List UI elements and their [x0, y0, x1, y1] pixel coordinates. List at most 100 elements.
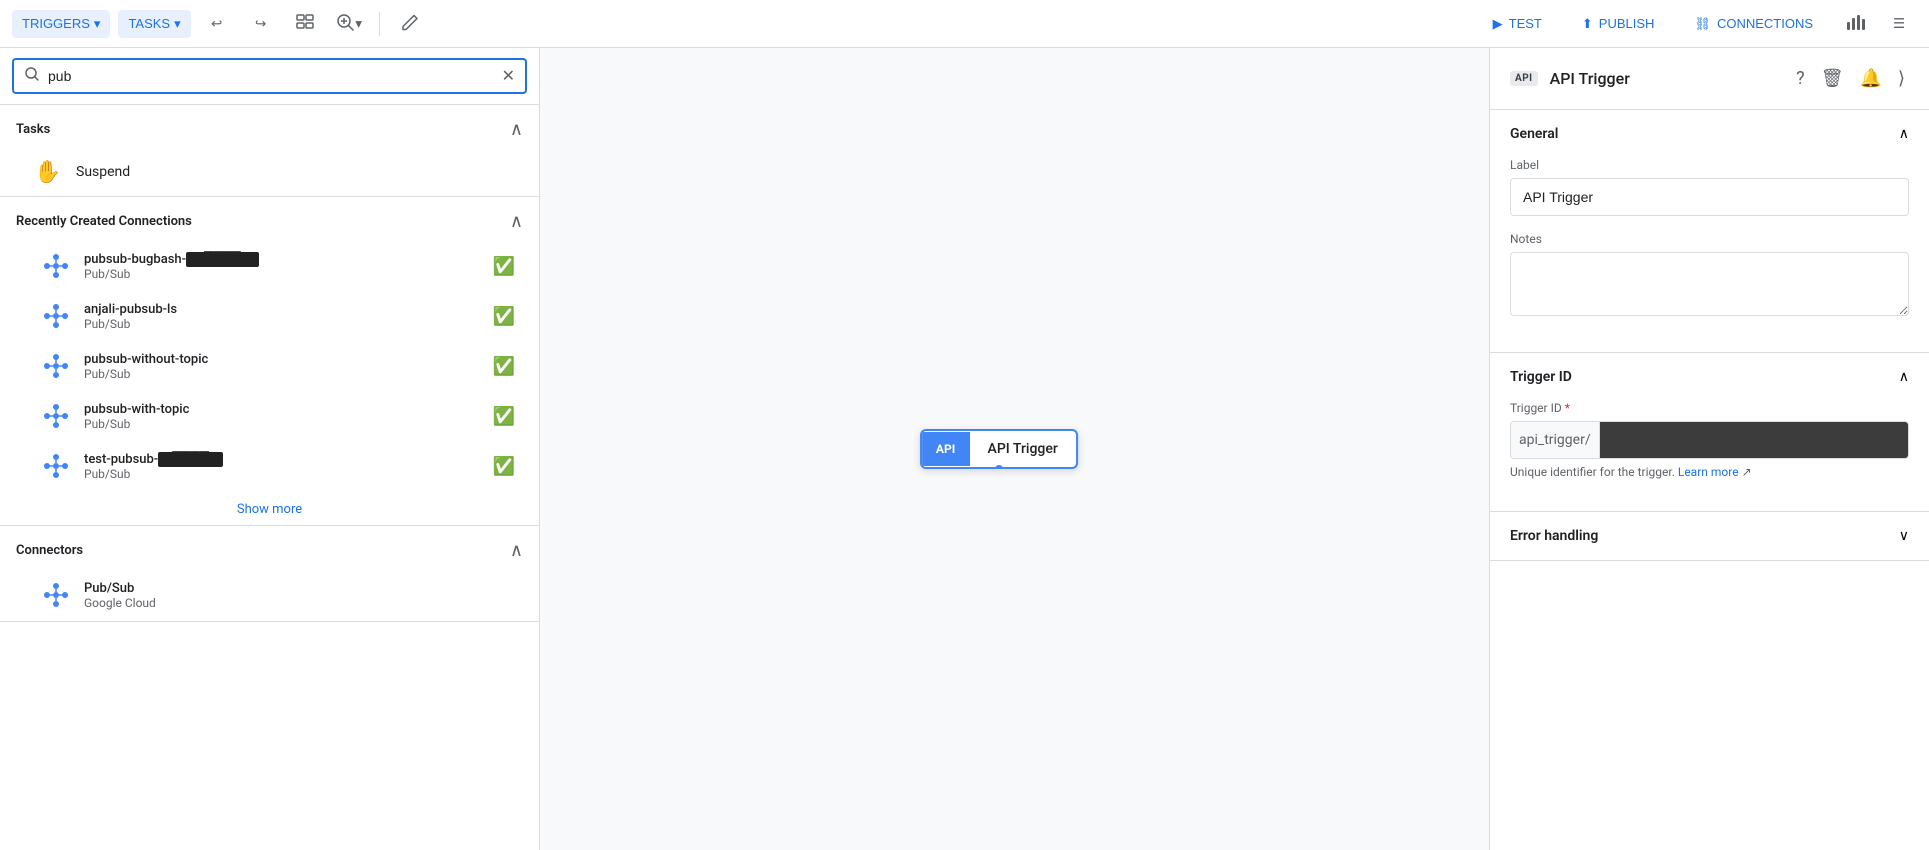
error-handling-chevron-icon: ∨ — [1899, 528, 1909, 544]
label-field-input[interactable] — [1510, 178, 1909, 216]
menu-button[interactable]: ☰ — [1881, 6, 1917, 42]
connection-item[interactable]: test-pubsub-████ Pub/Sub ✅ — [8, 442, 531, 490]
search-box: pub ✕ — [12, 58, 527, 94]
connections-button[interactable]: ⛓ CONNECTIONS — [1678, 10, 1829, 38]
error-handling-section-header[interactable]: Error handling ∨ — [1490, 512, 1929, 560]
show-more-link[interactable]: Show more — [0, 494, 539, 525]
connection-item[interactable]: pubsub-bugbash-████ Pub/Sub ✅ — [8, 242, 531, 290]
triggers-button[interactable]: TRIGGERS ▾ — [12, 10, 110, 38]
layout-icon — [295, 12, 315, 35]
error-handling-section: Error handling ∨ — [1490, 512, 1929, 561]
notes-field-label: Notes — [1510, 232, 1909, 246]
connection-name: pubsub-bugbash-████ — [84, 251, 481, 267]
tasks-list: ✋ Suspend — [0, 148, 539, 196]
suspend-label: Suspend — [76, 164, 130, 180]
general-section-title: General — [1510, 126, 1558, 142]
connection-type: Pub/Sub — [84, 467, 481, 481]
edit-button[interactable] — [392, 6, 428, 42]
connection-info: anjali-pubsub-ls Pub/Sub — [84, 302, 481, 331]
edit-icon — [400, 12, 420, 35]
right-panel-header: API API Trigger ? 🗑 🔔 ⟩ — [1490, 48, 1929, 110]
main-area: pub ✕ Tasks ∧ ✋ Suspend — [0, 48, 1929, 850]
connection-name: test-pubsub-████ — [84, 451, 481, 467]
trigger-id-chevron-icon: ∧ — [1899, 369, 1909, 385]
tasks-section-header[interactable]: Tasks ∧ — [0, 105, 539, 148]
trigger-id-section: Trigger ID ∧ Trigger ID api_trigger/ Uni… — [1490, 353, 1929, 512]
layout-button[interactable] — [287, 6, 323, 42]
connections-section-header[interactable]: Recently Created Connections ∧ — [0, 197, 539, 240]
trigger-id-value — [1600, 422, 1908, 458]
bookmark-icon[interactable]: 🔔 — [1856, 64, 1886, 93]
trigger-id-form-group: Trigger ID api_trigger/ Unique identifie… — [1510, 401, 1909, 479]
undo-button[interactable]: ↩ — [199, 6, 235, 42]
zoom-icon — [335, 12, 355, 35]
connection-info: test-pubsub-████ Pub/Sub — [84, 451, 481, 481]
connection-name: pubsub-without-topic — [84, 352, 481, 367]
pubsub-connector-icon — [40, 579, 72, 611]
test-button[interactable]: ▶ TEST — [1477, 10, 1558, 38]
tasks-button[interactable]: TASKS ▾ — [118, 10, 190, 38]
expand-icon[interactable]: ⟩ — [1894, 64, 1909, 93]
connection-type: Pub/Sub — [84, 417, 481, 431]
left-panel: pub ✕ Tasks ∧ ✋ Suspend — [0, 48, 540, 850]
pubsub-connection-icon — [40, 350, 72, 382]
api-badge: API — [1510, 71, 1538, 86]
publish-label: PUBLISH — [1599, 16, 1655, 31]
analytics-button[interactable] — [1837, 6, 1873, 42]
connectors-section-header[interactable]: Connectors ∧ — [0, 526, 539, 569]
connector-item-pubsub[interactable]: Pub/Sub Google Cloud — [8, 571, 531, 619]
connection-name: pubsub-with-topic — [84, 402, 481, 417]
publish-icon: ⬆ — [1582, 16, 1593, 32]
zoom-chevron-icon: ▾ — [355, 16, 362, 32]
search-clear-button[interactable]: ✕ — [502, 68, 515, 84]
menu-icon: ☰ — [1893, 16, 1905, 32]
delete-icon[interactable]: 🗑 — [1817, 64, 1848, 93]
pubsub-connection-icon — [40, 250, 72, 282]
right-panel-title: API Trigger — [1550, 69, 1781, 88]
zoom-button[interactable]: ▾ — [331, 6, 367, 42]
connections-icon: ⛓ — [1694, 16, 1711, 32]
api-trigger-node[interactable]: API API Trigger — [920, 429, 1078, 469]
connection-type: Pub/Sub — [84, 267, 481, 281]
publish-button[interactable]: ⬆ PUBLISH — [1566, 10, 1671, 38]
redo-button[interactable]: ↪ — [243, 6, 279, 42]
learn-more-link[interactable]: Learn more — [1678, 465, 1739, 479]
trigger-id-section-header[interactable]: Trigger ID ∧ — [1490, 353, 1929, 401]
connection-type: Pub/Sub — [84, 367, 481, 381]
connection-item[interactable]: pubsub-with-topic Pub/Sub ✅ — [8, 392, 531, 440]
trigger-id-prefix-container: api_trigger/ — [1510, 421, 1909, 459]
notes-form-group: Notes — [1510, 232, 1909, 320]
triggers-label: TRIGGERS — [22, 16, 90, 31]
toolbar-right: ▶ TEST ⬆ PUBLISH ⛓ CONNECTIONS ☰ — [1477, 6, 1917, 42]
connector-type: Google Cloud — [84, 596, 515, 610]
connection-item[interactable]: pubsub-without-topic Pub/Sub ✅ — [8, 342, 531, 390]
pubsub-connection-icon — [40, 300, 72, 332]
node-label: API Trigger — [970, 431, 1076, 467]
connector-name: Pub/Sub — [84, 581, 515, 596]
tasks-section-title: Tasks — [16, 122, 50, 137]
general-section: General ∧ Label Notes — [1490, 110, 1929, 353]
canvas-area: API API Trigger — [540, 48, 1489, 850]
trigger-id-content: Trigger ID api_trigger/ Unique identifie… — [1490, 401, 1929, 511]
panel-content: Tasks ∧ ✋ Suspend Recently Created Conne… — [0, 105, 539, 850]
search-container: pub ✕ — [0, 48, 539, 105]
toolbar: TRIGGERS ▾ TASKS ▾ ↩ ↪ ▾ — [0, 0, 1929, 48]
connectors-chevron-icon: ∧ — [510, 540, 523, 561]
notes-field-input[interactable] — [1510, 252, 1909, 316]
general-section-header[interactable]: General ∧ — [1490, 110, 1929, 158]
connection-status-icon: ✅ — [493, 406, 515, 427]
connection-type: Pub/Sub — [84, 317, 481, 331]
connection-item[interactable]: anjali-pubsub-ls Pub/Sub ✅ — [8, 292, 531, 340]
trigger-id-field-label: Trigger ID — [1510, 401, 1909, 415]
right-panel-actions: ? 🗑 🔔 ⟩ — [1792, 64, 1909, 93]
connection-name: anjali-pubsub-ls — [84, 302, 481, 317]
connection-status-icon: ✅ — [493, 356, 515, 377]
task-item-suspend[interactable]: ✋ Suspend — [8, 148, 531, 196]
help-icon[interactable]: ? — [1792, 64, 1809, 93]
connector-info: Pub/Sub Google Cloud — [84, 581, 515, 610]
general-chevron-icon: ∧ — [1899, 126, 1909, 142]
node-connector — [993, 463, 1005, 469]
external-link-icon: ↗ — [1742, 465, 1752, 479]
tasks-chevron-icon: ▾ — [174, 16, 181, 32]
search-input[interactable]: pub — [48, 68, 494, 84]
